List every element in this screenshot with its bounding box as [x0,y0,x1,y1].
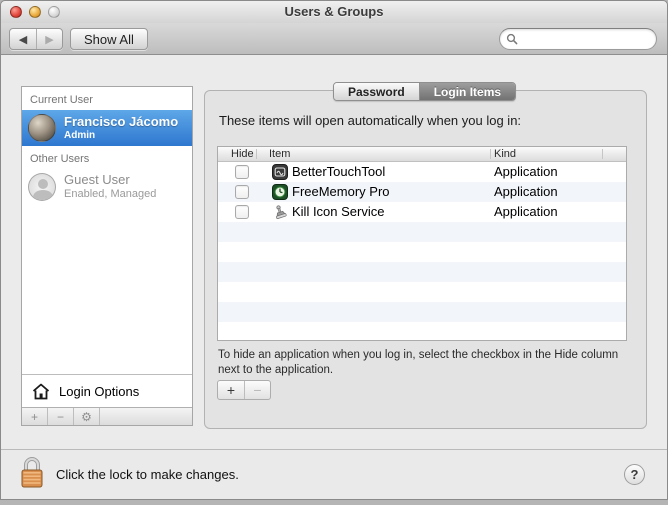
back-button[interactable]: ◀ [10,29,36,49]
search-field[interactable] [499,28,657,50]
guest-status: Enabled, Managed [64,188,157,201]
column-header-item[interactable]: Item [269,148,290,160]
table-row[interactable]: Kill Icon Service Application [218,202,626,222]
table-header: Hide Item Kind [218,147,626,162]
sidebar-item-current-user[interactable]: Francisco Jácomo Admin [22,110,192,146]
empty-table-row [218,322,626,342]
user-list-sidebar: Current User Francisco Jácomo Admin Othe… [21,86,193,426]
add-user-button[interactable]: + [22,408,48,425]
guest-name: Guest User [64,172,130,188]
empty-table-row [218,302,626,322]
other-users-header: Other Users [30,153,90,165]
users-groups-window: Users & Groups ◀ ▶ Show All Current User… [0,0,668,500]
current-user-header: Current User [30,94,93,106]
empty-table-row [218,282,626,302]
empty-table-row [218,242,626,262]
login-options-button[interactable]: Login Options [22,374,192,407]
freememory-pro-icon [272,184,288,200]
forward-button[interactable]: ▶ [36,29,62,49]
table-rows: BetterTouchTool Application FreeMemory P… [218,162,626,342]
add-login-item-button[interactable]: + [218,381,244,399]
window-title: Users & Groups [284,4,384,19]
show-all-button[interactable]: Show All [70,28,148,50]
table-row[interactable]: BetterTouchTool Application [218,162,626,182]
lock-icon[interactable] [18,456,46,490]
remove-user-button[interactable]: − [48,408,74,425]
table-row[interactable]: FreeMemory Pro Application [218,182,626,202]
column-header-kind[interactable]: Kind [494,148,516,160]
tab-password[interactable]: Password [334,83,419,100]
remove-login-item-button[interactable]: − [244,381,270,399]
home-icon [32,383,50,399]
item-kind: Application [494,204,558,219]
toolbar: ◀ ▶ Show All [1,23,667,55]
add-remove-buttons: + − [217,380,271,400]
login-items-description: These items will open automatically when… [219,113,522,128]
kill-icon-service-icon [276,205,287,220]
login-options-label: Login Options [59,383,140,399]
gear-icon[interactable]: ⚙ [74,408,100,425]
empty-table-row [218,222,626,242]
item-kind: Application [494,164,558,179]
sidebar-item-guest-user[interactable]: Guest User Enabled, Managed [22,169,192,205]
lock-message: Click the lock to make changes. [56,467,239,482]
hide-checkbox[interactable] [235,185,249,199]
hide-checkbox[interactable] [235,165,249,179]
user-role: Admin [64,129,96,141]
guest-avatar [28,173,56,201]
user-name: Francisco Jácomo [64,113,179,129]
nav-buttons: ◀ ▶ [9,28,63,50]
column-header-hide[interactable]: Hide [231,148,254,160]
item-kind: Application [494,184,558,199]
hide-help-text: To hide an application when you log in, … [218,349,619,377]
sidebar-footer-bar: + − ⚙ [22,407,192,425]
footer-bar: Click the lock to make changes. ? [1,449,667,499]
search-icon [506,33,518,45]
user-avatar [28,114,56,142]
bettertouchtool-icon [272,164,288,180]
login-items-table: Hide Item Kind BetterTouchTool Applicati… [217,146,627,341]
item-name: FreeMemory Pro [292,184,390,199]
empty-table-row [218,262,626,282]
item-name: BetterTouchTool [292,164,386,179]
item-name: Kill Icon Service [292,204,385,219]
tab-bar: Password Login Items [333,82,517,101]
hide-checkbox[interactable] [235,205,249,219]
tab-login-items[interactable]: Login Items [418,83,516,100]
title-bar[interactable]: Users & Groups [1,1,667,23]
help-button[interactable]: ? [624,464,645,485]
search-input[interactable] [522,32,642,46]
